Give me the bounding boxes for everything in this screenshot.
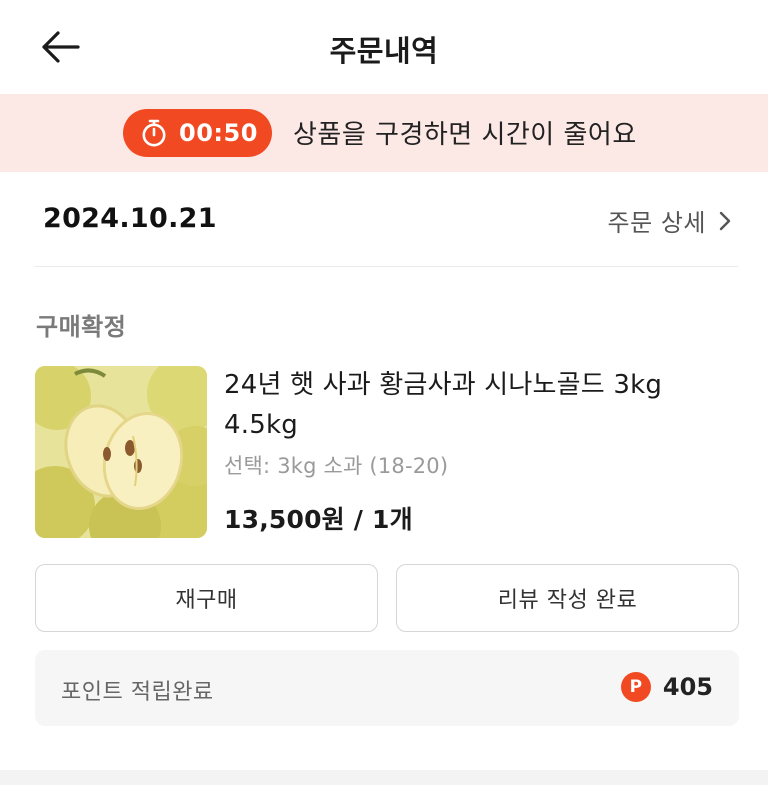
order-detail-link[interactable]: 주문 상세 <box>608 203 732 238</box>
page-title: 주문내역 <box>329 34 439 68</box>
order-detail-label: 주문 상세 <box>607 209 706 237</box>
timer-banner: 00:50 상품을 구경하면 시간이 줄어요 <box>0 94 768 172</box>
timer-countdown: 00:50 <box>179 119 258 147</box>
timer-badge: 00:50 <box>123 109 272 157</box>
product-price: 13,500원 / 1개 <box>224 505 413 534</box>
rebuy-button[interactable]: 재구매 <box>35 564 378 632</box>
review-complete-button[interactable]: 리뷰 작성 완료 <box>396 564 739 632</box>
stopwatch-icon <box>139 118 169 148</box>
timer-message: 상품을 구경하면 시간이 줄어요 <box>293 120 637 150</box>
points-value: 405 <box>662 673 713 701</box>
points-summary: 포인트 적립완료 P 405 <box>35 650 739 726</box>
order-status: 구매확정 <box>36 313 127 341</box>
divider <box>34 266 738 267</box>
points-label: 포인트 적립완료 <box>61 680 214 705</box>
points-amount: P 405 <box>620 672 713 702</box>
header: 주문내역 <box>0 0 768 94</box>
section-separator <box>0 770 768 785</box>
product-option: 선택: 3kg 소과 (18-20) <box>224 454 449 478</box>
point-coin-icon: P <box>620 672 651 702</box>
product-image[interactable] <box>35 366 207 538</box>
chevron-right-icon <box>718 210 732 232</box>
order-date: 2024.10.21 <box>43 203 217 234</box>
golden-apples-photo <box>35 366 207 538</box>
product-name[interactable]: 24년 햇 사과 황금사과 시나노골드 3kg 4.5kg <box>224 365 744 445</box>
